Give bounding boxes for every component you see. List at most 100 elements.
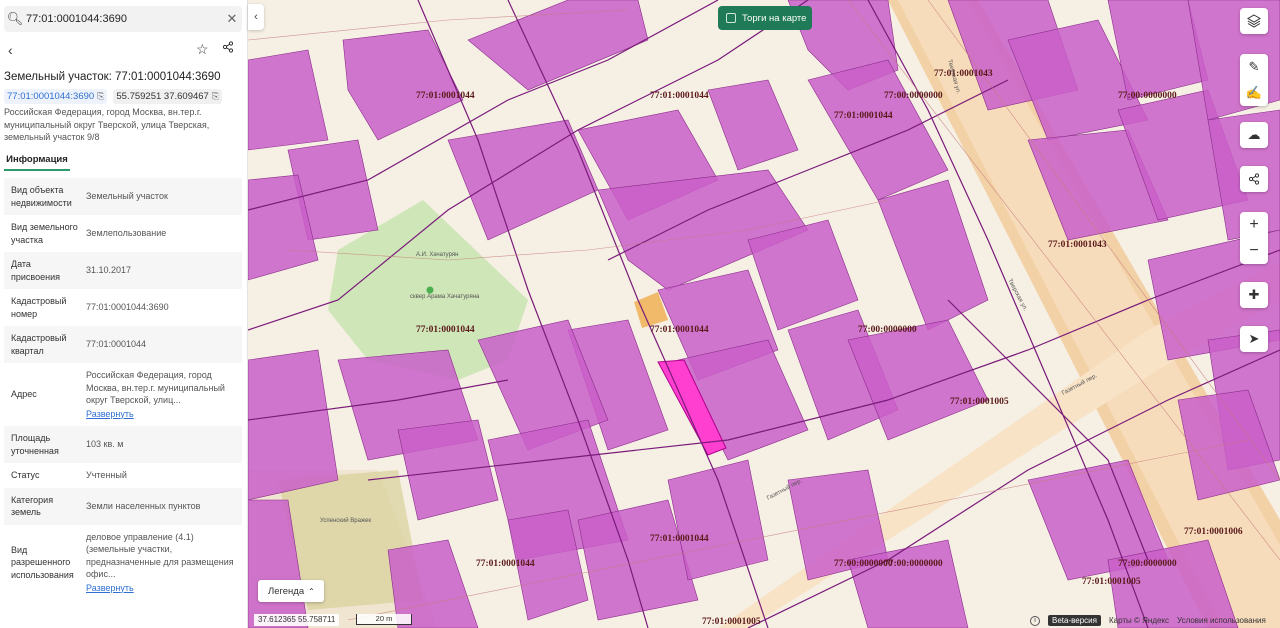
close-icon[interactable]: ✕: [222, 11, 242, 27]
quarter-label: 77:01:0001005: [1082, 577, 1141, 587]
quarter-label: 77:01:0001005: [950, 397, 1009, 407]
info-row-key: Кадастровый номер: [11, 296, 67, 319]
quarter-label: 77:01:0001044: [650, 325, 709, 335]
search-input[interactable]: [26, 13, 222, 25]
move-icon[interactable]: ✚: [1240, 282, 1268, 308]
terms-link[interactable]: Условия использования: [1177, 616, 1266, 625]
info-row: Кадастровый номер 77:01:0001044:3690: [4, 289, 242, 326]
cadastral-chip-label: 77:01:0001044:3690: [7, 91, 95, 102]
expand-link[interactable]: Развернуть: [86, 582, 238, 595]
back-icon[interactable]: ‹: [8, 42, 13, 58]
info-row-key: Площадь уточненная: [11, 433, 59, 456]
collapse-panel-button[interactable]: ‹: [248, 4, 264, 30]
info-row-key: Вид объекта недвижимости: [11, 185, 72, 208]
cursor-coords: 37.612365 55.758711: [254, 614, 340, 626]
info-row-value: Земли населенных пунктов: [82, 488, 242, 525]
cadastral-chip[interactable]: 77:01:0001044:3690 ⎘: [4, 89, 108, 104]
info-panel: 🔍︎ ✕ ‹ ☆ Земельный участок: 77:01:000104…: [0, 0, 248, 628]
info-row-value: 103 кв. м: [82, 426, 242, 463]
info-row-value: 77:01:0001044:3690: [82, 289, 242, 326]
park-poi-icon[interactable]: [426, 286, 434, 294]
coords-chip[interactable]: 55.759251 37.609467 ⎘: [113, 89, 223, 104]
map-svg: 77:01:0001044 77:01:0001044 77:01:0001044 7…: [248, 0, 1280, 628]
quarter-label: 77:00:0000000: [884, 559, 943, 569]
info-row-key: Дата присвоения: [11, 259, 60, 282]
info-row-value-text: 103 кв. м: [86, 439, 124, 450]
quarter-label: 77:00:0000000: [1118, 91, 1177, 101]
card-title: Земельный участок: 77:01:0001044:3690: [4, 71, 221, 83]
info-row: Категория земель Земли населенных пунктов: [4, 487, 242, 525]
info-row-value: Российская Федерация, город Москва, вн.т…: [82, 363, 242, 426]
info-row: Площадь уточненная 103 кв. м: [4, 426, 242, 463]
upload-icon[interactable]: ☁: [1240, 122, 1268, 148]
quarter-label: 77:01:0001044: [416, 91, 475, 101]
search-bar: 🔍︎ ✕: [4, 6, 242, 32]
place-label: сквер Арама Хачатуряна: [410, 294, 480, 300]
draw-controls: ✎ ✍: [1240, 54, 1268, 106]
share-icon[interactable]: [222, 41, 234, 56]
info-row: Вид земельного участка Землепользование: [4, 215, 242, 252]
info-row-key: Адрес: [11, 389, 37, 400]
place-label: А.И. Хачатурян: [416, 252, 458, 258]
zoom-in-icon[interactable]: +: [1240, 212, 1268, 238]
upload-control: ☁: [1240, 122, 1268, 148]
info-row: Вид объекта недвижимости Земельный участо…: [4, 178, 242, 215]
card-toolbar: ‹ ☆: [0, 38, 247, 64]
info-row-value-text: 77:01:0001044:3690: [86, 302, 169, 313]
zoom-out-icon[interactable]: −: [1240, 238, 1268, 264]
info-row-value-text: Земельный участок: [86, 191, 168, 202]
info-table: Вид объекта недвижимости Земельный участо…: [4, 178, 242, 600]
info-row: Дата присвоения 31.10.2017: [4, 252, 242, 289]
quarter-label: 77:00:0000000: [1118, 559, 1177, 569]
copy-icon[interactable]: ⎘: [212, 91, 219, 102]
app: 🔍︎ ✕ ‹ ☆ Земельный участок: 77:01:000104…: [0, 0, 1280, 628]
card-address: Российская Федерация, город Москва, вн.т…: [4, 107, 210, 142]
layers-icon[interactable]: [1240, 8, 1268, 34]
info-row-key: Статус: [11, 470, 40, 480]
quarter-label: 77:01:0001043: [934, 69, 993, 79]
quarter-label: 77:01:0001044: [416, 325, 475, 335]
tab-information[interactable]: Информация: [4, 151, 70, 171]
info-row-key: Вид разрешенного использования: [11, 544, 74, 580]
info-row-key: Категория земель: [11, 494, 54, 518]
copy-icon[interactable]: ⎘: [97, 91, 104, 102]
expand-link[interactable]: Развернуть: [86, 408, 238, 421]
move-control: ✚: [1240, 282, 1268, 308]
map-canvas[interactable]: 77:01:0001044 77:01:0001044 77:01:0001044 7…: [248, 0, 1280, 628]
quarter-label: 77:01:0001044: [650, 91, 709, 101]
checkbox-icon[interactable]: [726, 13, 736, 23]
info-row-value-text: Российская Федерация, город Москва, вн.т…: [86, 370, 225, 405]
quarter-label: 77:01:0001005: [702, 617, 761, 627]
locate-control: ➤: [1240, 326, 1268, 352]
edit-icon[interactable]: ✍: [1240, 80, 1268, 106]
info-row-value-text: Землепользование: [86, 228, 167, 239]
torgi-toggle[interactable]: Торги на карте: [718, 6, 812, 30]
chevron-up-icon: ⌃: [308, 586, 315, 596]
quarter-label: 77:01:0001044: [650, 534, 709, 544]
attribution-text: Карты © Яндекс: [1108, 616, 1170, 625]
info-row-value: деловое управление (4.1) (земельные учас…: [82, 525, 242, 601]
quarter-label: 77:00:0000000: [884, 91, 943, 101]
star-icon[interactable]: ☆: [196, 41, 209, 58]
info-row-value-text: 31.10.2017: [86, 265, 132, 276]
info-row: Кадастровый квартал 77:01:0001044: [4, 326, 242, 363]
info-icon[interactable]: i: [1030, 615, 1040, 626]
info-row-value-text: Земли населенных пунктов: [86, 500, 201, 511]
locate-icon[interactable]: ➤: [1240, 326, 1268, 352]
info-row-key: Кадастровый квартал: [11, 333, 67, 356]
beta-badge: Beta-версия: [1048, 615, 1101, 626]
share-icon[interactable]: [1240, 166, 1268, 192]
info-row-value: Землепользование: [82, 215, 242, 252]
map-attribution: i Beta-версия Карты © Яндекс Условия исп…: [1030, 614, 1266, 627]
quarter-label: 77:00:0000000: [858, 325, 917, 335]
ruler-icon[interactable]: ✎: [1240, 54, 1268, 80]
quarter-label: 77:01:0001043: [1048, 240, 1107, 250]
legend-button[interactable]: Легенда ⌃: [258, 580, 324, 602]
share-control: [1240, 166, 1268, 192]
coords-chip-label: 55.759251 37.609467: [116, 91, 209, 102]
info-row: Статус Учтенный: [4, 463, 242, 488]
info-row-key: Вид земельного участка: [11, 222, 78, 245]
chips: 77:01:0001044:3690 ⎘ 55.759251 37.609467…: [4, 89, 223, 104]
info-row-value-text: Учтенный: [86, 470, 127, 480]
info-row-value-text: 77:01:0001044: [86, 339, 147, 350]
